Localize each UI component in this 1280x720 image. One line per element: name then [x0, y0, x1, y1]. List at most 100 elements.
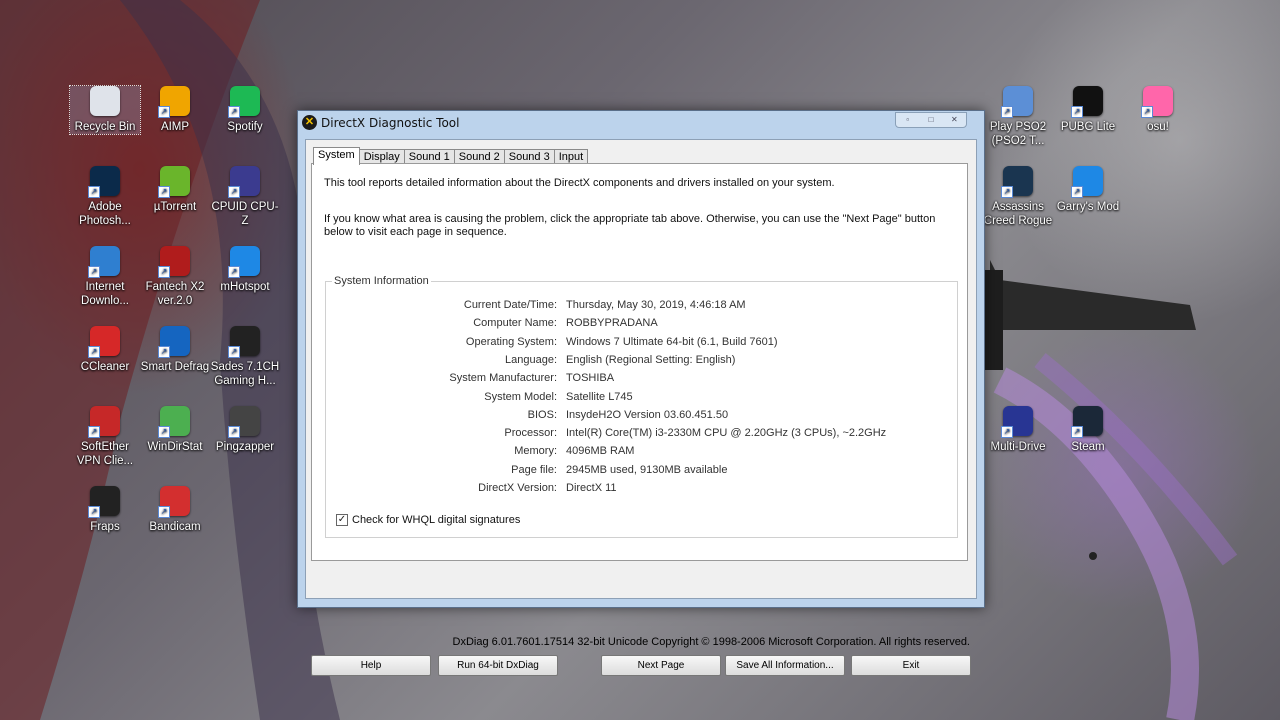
shortcut-arrow-icon: ↗: [228, 266, 240, 278]
shortcut-arrow-icon: ↗: [1001, 426, 1013, 438]
info-value: TOSHIBA: [566, 372, 615, 385]
minimize-icon[interactable]: ▫: [896, 113, 919, 127]
info-label: DirectX Version:: [478, 482, 557, 494]
multidrive-icon: ↗: [1001, 406, 1033, 438]
desktop-icon-steam[interactable]: ↗ Steam: [1053, 406, 1123, 454]
desktop-icon-gmod[interactable]: ↗ Garry's Mod: [1053, 166, 1123, 214]
info-label: Operating System:: [465, 335, 557, 348]
desktop-icon-label: Spotify: [227, 121, 263, 133]
close-icon[interactable]: ✕: [943, 113, 966, 127]
help-button[interactable]: Help: [311, 655, 431, 676]
info-label: Current Date/Time:: [463, 299, 557, 311]
info-label: Computer Name:: [473, 317, 557, 330]
window-title: DirectX Diagnostic Tool: [321, 116, 460, 130]
desktop-icon-osu[interactable]: ↗ osu!: [1123, 86, 1193, 134]
desktop-icon-multidrive[interactable]: ↗ Multi-Drive: [983, 406, 1053, 454]
desktop-icon-ccleaner[interactable]: ↗ CCleaner: [70, 326, 140, 374]
desktop-icon-recycle-bin[interactable]: Recycle Bin: [69, 85, 141, 135]
desktop-icon-idm[interactable]: ↗ Internet Downlo...: [70, 246, 140, 308]
desktop-icon-cpuz[interactable]: ↗ CPUID CPU-Z: [210, 166, 280, 228]
info-label: System Model:: [484, 390, 557, 403]
idm-icon: ↗: [88, 246, 120, 278]
info-value: Intel(R) Core(TM) i3-2330M CPU @ 2.20GHz…: [566, 427, 887, 440]
shortcut-arrow-icon: ↗: [88, 186, 100, 198]
exit-button[interactable]: Exit: [851, 655, 971, 676]
info-value: DirectX 11: [566, 482, 617, 494]
desktop-icon-utorrent[interactable]: ↗ µTorrent: [140, 166, 210, 214]
desktop-icon-label: osu!: [1147, 121, 1169, 133]
info-row: Processor: Intel(R) Core(TM) i3-2330M CPU…: [326, 427, 957, 443]
version-footer: DxDiag 6.01.7601.17514 32-bit Unicode Co…: [452, 636, 970, 648]
next-page-button[interactable]: Next Page: [601, 655, 721, 676]
fantech-icon: ↗: [158, 246, 190, 278]
desktop-icon-label: Multi-Drive: [990, 441, 1046, 453]
desktop-icon-wifi[interactable]: ↗ mHotspot: [210, 246, 280, 294]
info-value: Windows 7 Ultimate 64-bit (6.1, Build 76…: [566, 335, 778, 348]
info-label: Memory:: [514, 445, 557, 458]
windirstat-icon: ↗: [158, 406, 190, 438]
shortcut-arrow-icon: ↗: [1001, 106, 1013, 118]
desktop-icon-spotify[interactable]: ↗ Spotify: [210, 86, 280, 134]
desktop-icon-fantech[interactable]: ↗ Fantech X2 ver.2.0: [140, 246, 210, 308]
desktop-icon-pubg[interactable]: ↗ PUBG Lite: [1053, 86, 1123, 134]
acr-icon: ↗: [1001, 166, 1033, 198]
info-value: InsydeH2O Version 03.60.451.50: [566, 408, 729, 421]
desktop-icon-aimp[interactable]: ↗ AIMP: [140, 86, 210, 134]
info-row: System Model: Satellite L745: [326, 391, 957, 407]
aimp-icon: ↗: [158, 86, 190, 118]
desktop-icon-windirstat[interactable]: ↗ WinDirStat: [140, 406, 210, 454]
shortcut-arrow-icon: ↗: [88, 426, 100, 438]
gmod-icon: ↗: [1071, 166, 1103, 198]
desktop-icon-pingzapper[interactable]: ↗ Pingzapper: [210, 406, 280, 454]
restore-icon[interactable]: □: [919, 113, 942, 127]
ccleaner-icon: ↗: [88, 326, 120, 358]
window-client: System Display Sound 1 Sound 2 Sound 3 I…: [305, 139, 977, 599]
recycle-bin-icon: [90, 86, 120, 116]
osu-icon: ↗: [1141, 86, 1173, 118]
shortcut-arrow-icon: ↗: [88, 266, 100, 278]
intro-help-text: If you know what area is causing the pro…: [324, 213, 936, 238]
shortcut-arrow-icon: ↗: [1071, 106, 1083, 118]
shortcut-arrow-icon: ↗: [1071, 186, 1083, 198]
headset-icon: ↗: [228, 326, 260, 358]
wifi-icon: ↗: [228, 246, 260, 278]
desktop-icon-label: mHotspot: [220, 281, 270, 293]
shortcut-arrow-icon: ↗: [158, 426, 170, 438]
tab-system[interactable]: System: [313, 147, 360, 165]
vpn-icon: ↗: [88, 406, 120, 438]
desktop-icon-fraps[interactable]: ↗ Fraps: [70, 486, 140, 534]
desktop-icon-bandicam[interactable]: ↗ Bandicam: [140, 486, 210, 534]
desktop-icon-pso2[interactable]: ↗ Play PSO2 (PSO2 T...: [983, 86, 1053, 148]
info-row: Language: English (Regional Setting: Engl…: [326, 354, 957, 370]
shortcut-arrow-icon: ↗: [228, 186, 240, 198]
shortcut-arrow-icon: ↗: [158, 186, 170, 198]
title-bar[interactable]: ✕ DirectX Diagnostic Tool ▫ □ ✕: [298, 111, 984, 135]
desktop-icon-defrag[interactable]: ↗ Smart Defrag: [140, 326, 210, 374]
desktop-icon-vpn[interactable]: ↗ SoftEther VPN Clie...: [70, 406, 140, 468]
steam-icon: ↗: [1071, 406, 1103, 438]
desktop-icon-label: PUBG Lite: [1060, 121, 1116, 133]
shortcut-arrow-icon: ↗: [158, 266, 170, 278]
info-label: Processor:: [504, 427, 557, 440]
desktop-icon-photoshop[interactable]: ↗ Adobe Photosh...: [70, 166, 140, 228]
shortcut-arrow-icon: ↗: [88, 506, 100, 518]
info-row: Current Date/Time: Thursday, May 30, 2019…: [326, 299, 957, 315]
whql-checkbox[interactable]: ✓: [336, 514, 348, 526]
whql-checkbox-row[interactable]: ✓ Check for WHQL digital signatures: [336, 514, 520, 526]
system-tab-panel: This tool reports detailed information a…: [311, 163, 968, 561]
run-64bit-button[interactable]: Run 64-bit DxDiag: [438, 655, 558, 676]
desktop-icon-label: Assassins Creed Rogue: [983, 201, 1053, 227]
directx-app-icon: ✕: [302, 115, 317, 130]
desktop-icon-acr[interactable]: ↗ Assassins Creed Rogue: [983, 166, 1053, 228]
desktop-icon-label: Fraps: [90, 521, 120, 533]
photoshop-icon: ↗: [88, 166, 120, 198]
shortcut-arrow-icon: ↗: [228, 346, 240, 358]
desktop-icon-headset[interactable]: ↗ Sades 7.1CH Gaming H...: [210, 326, 280, 388]
cpuz-icon: ↗: [228, 166, 260, 198]
desktop-icon-label: Smart Defrag: [140, 361, 210, 373]
info-label: Page file:: [511, 463, 557, 476]
defrag-icon: ↗: [158, 326, 190, 358]
save-all-button[interactable]: Save All Information...: [725, 655, 845, 676]
utorrent-icon: ↗: [158, 166, 190, 198]
info-value: Thursday, May 30, 2019, 4:46:18 AM: [566, 299, 746, 311]
